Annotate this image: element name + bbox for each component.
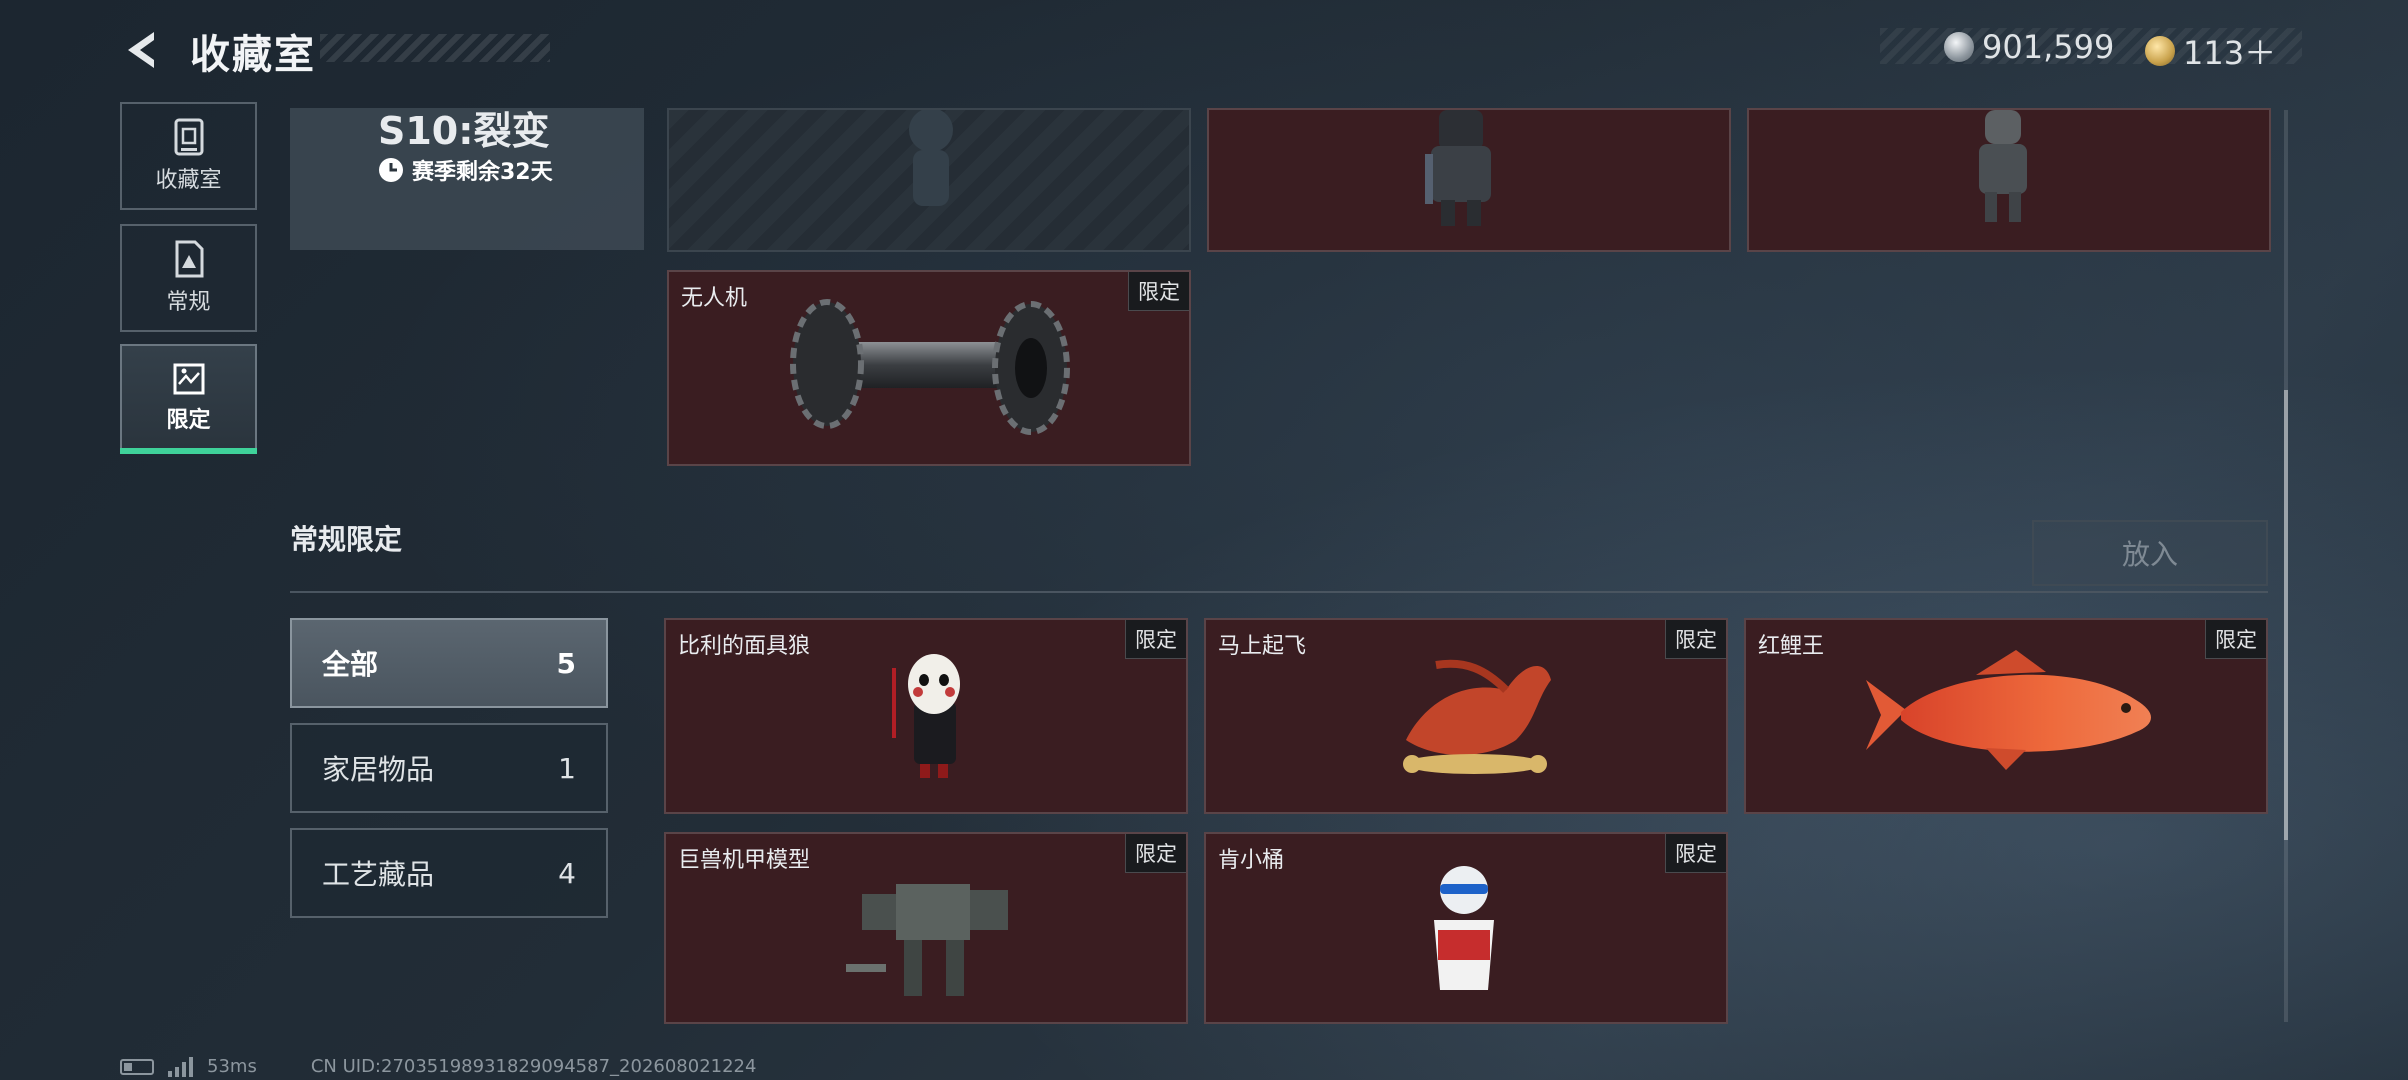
nav-collection-room[interactable]: 收藏室 [120, 102, 257, 210]
silver-currency[interactable]: 901,599 [1944, 28, 2114, 66]
item-card-armored-figure[interactable] [1747, 108, 2271, 252]
ping-value: 53ms [207, 1056, 257, 1077]
filter-label: 工艺藏品 [322, 858, 435, 891]
clock-icon [379, 158, 403, 182]
back-arrow-icon [128, 32, 154, 68]
signal-icon [168, 1056, 193, 1077]
item-card-red-carp-king[interactable]: 红鲤王 限定 [1744, 618, 2268, 814]
nav-label: 常规 [166, 290, 211, 315]
item-name: 无人机 [681, 286, 748, 311]
gold-currency[interactable]: 113＋ [2145, 28, 2276, 74]
item-name: 马上起飞 [1218, 634, 1307, 659]
item-card-drone[interactable]: 无人机 限定 [667, 270, 1191, 466]
filter-count: 1 [558, 751, 576, 785]
silver-coin-icon [1944, 32, 1974, 62]
nav-limited[interactable]: 限定 [120, 344, 257, 452]
item-card-empty[interactable] [667, 108, 1191, 252]
drone-icon [790, 299, 1070, 435]
nav-label: 限定 [166, 408, 211, 433]
carp-fish-icon [1866, 650, 2151, 770]
filter-home-items[interactable]: 家居物品 1 [290, 723, 608, 813]
item-card-billy-mask-wolf[interactable]: 比利的面具狼 限定 [664, 618, 1188, 814]
item-card-ken-bucket[interactable]: 肯小桶 限定 [1204, 832, 1728, 1024]
filter-label: 家居物品 [322, 753, 435, 786]
item-name: 肯小桶 [1218, 848, 1285, 873]
nav-label: 收藏室 [155, 168, 222, 193]
section-title: 常规限定 [290, 523, 403, 556]
gold-coin-icon [2145, 36, 2175, 66]
armored-figure-icon [1979, 110, 2027, 222]
filter-count: 4 [558, 856, 576, 890]
soldier-figure-icon [1425, 110, 1491, 226]
filter-crafts[interactable]: 工艺藏品 4 [290, 828, 608, 918]
item-name: 比利的面具狼 [678, 634, 811, 659]
section-divider [290, 591, 2268, 593]
item-card-take-off[interactable]: 马上起飞 限定 [1204, 618, 1728, 814]
back-button[interactable] [118, 26, 166, 74]
gold-currency-value: 113＋ [2183, 34, 2277, 72]
scrollbar-thumb[interactable] [2284, 390, 2288, 840]
season-remaining-text: 赛季剩余32天 [412, 160, 553, 185]
nav-regular[interactable]: 常规 [120, 224, 257, 332]
limited-badge: 限定 [1665, 834, 1726, 873]
page-title: 收藏室 [190, 32, 316, 78]
filter-label: 全部 [322, 648, 379, 681]
cabinet-icon [174, 118, 203, 156]
item-name: 红鲤王 [1758, 634, 1825, 659]
filter-all[interactable]: 全部 5 [290, 618, 608, 708]
limited-badge: 限定 [2205, 620, 2266, 659]
currency-bar: 901,599 113＋ [1880, 28, 2302, 72]
item-name: 巨兽机甲模型 [678, 848, 811, 873]
limited-badge: 限定 [1665, 620, 1726, 659]
limited-badge: 限定 [1128, 272, 1189, 311]
limited-badge: 限定 [1125, 834, 1186, 873]
document-icon [175, 240, 203, 278]
map-icon [173, 363, 204, 395]
uid-text: CN UID:270351989318290945​87_20260802122… [310, 1056, 757, 1077]
silhouette-icon [909, 110, 953, 206]
bucket-mascot-icon [1434, 866, 1494, 990]
limited-badge: 限定 [1125, 620, 1186, 659]
silver-currency-value: 901,599 [1982, 28, 2115, 66]
item-card-mech-model[interactable]: 巨兽机甲模型 限定 [664, 832, 1188, 1024]
status-footer: 53ms CN UID:270351989318290945​87_202608… [120, 1056, 756, 1077]
nav-active-indicator [120, 448, 257, 454]
battery-icon [120, 1058, 154, 1075]
filter-count: 5 [556, 646, 576, 680]
season-name: S10:裂变 [378, 109, 550, 153]
title-decoration [320, 34, 550, 62]
season-remaining: 赛季剩余32天 [378, 154, 553, 186]
put-in-button[interactable]: 放入 [2032, 520, 2268, 586]
item-card-soldier-figure[interactable] [1207, 108, 1731, 252]
